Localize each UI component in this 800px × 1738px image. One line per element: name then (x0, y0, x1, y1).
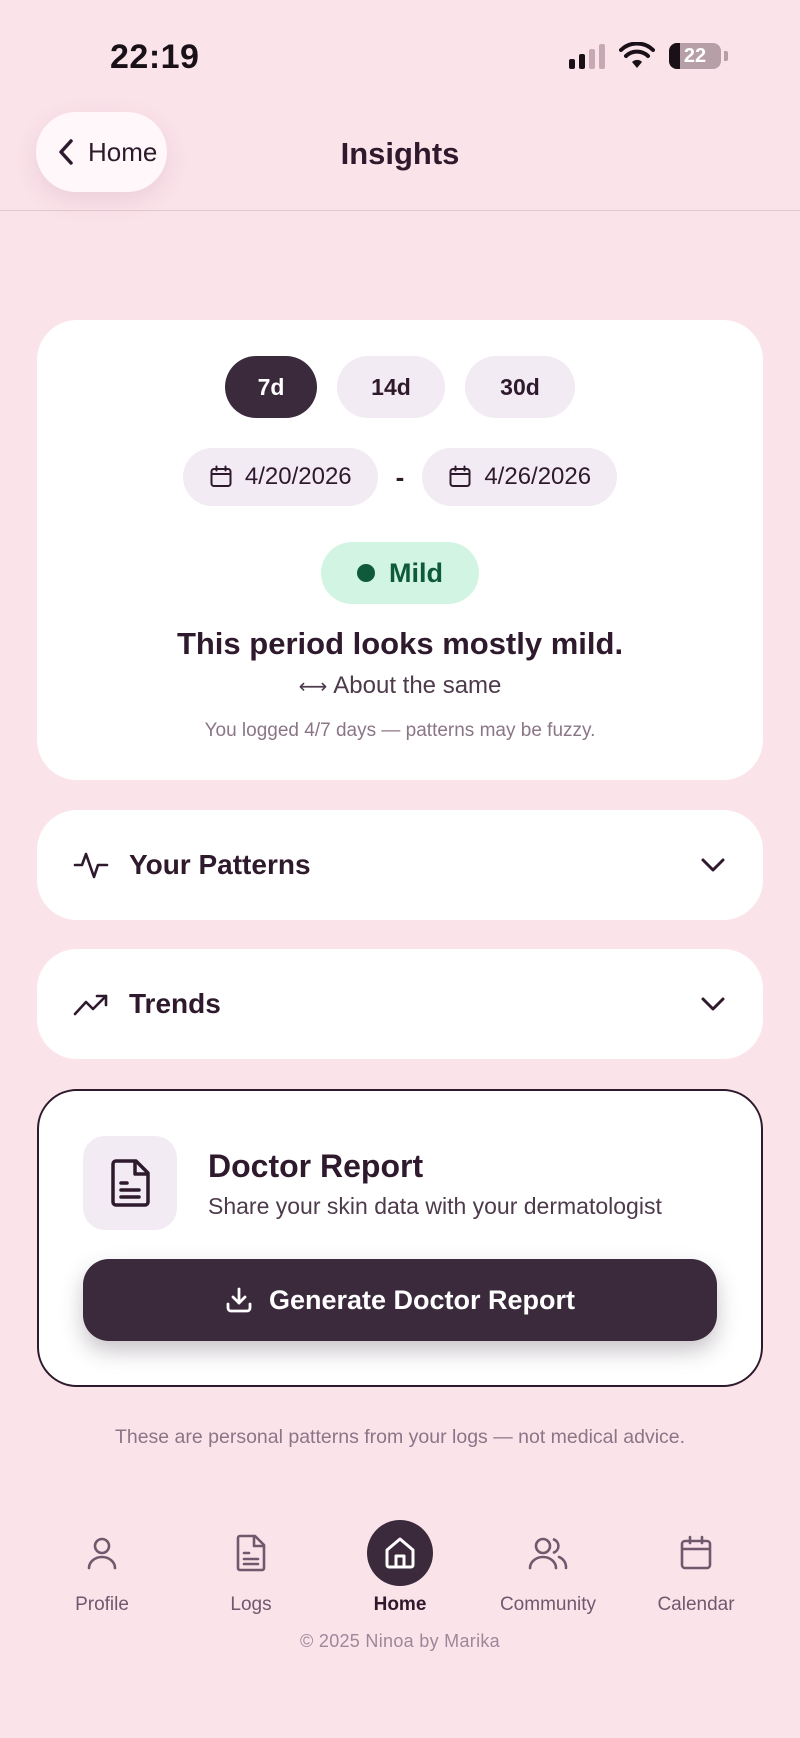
status-icons: 22 (569, 42, 728, 70)
calendar-icon (210, 465, 232, 487)
bottom-tab-bar: Profile Logs Home Community Calendar (0, 1520, 800, 1630)
summary-card: 7d 14d 30d 4/20/2026 - 4/26/2026 Mild Th… (37, 320, 763, 780)
doctor-report-card: Doctor Report Share your skin data with … (37, 1089, 763, 1387)
tab-label: Calendar (657, 1594, 735, 1615)
severity-label: Mild (389, 557, 443, 588)
tab-label: Home (373, 1594, 427, 1615)
generate-button-label: Generate Doctor Report (268, 1284, 576, 1315)
calendar-icon (449, 465, 471, 487)
left-right-arrow-icon: ⟷ (298, 675, 328, 698)
document-icon (111, 1159, 150, 1207)
home-icon (385, 1537, 415, 1569)
end-date-value: 4/26/2026 (484, 463, 592, 490)
tab-label: Community (499, 1594, 597, 1615)
chevron-down-icon (701, 858, 725, 872)
download-icon (226, 1287, 252, 1313)
tab-icon (85, 1520, 119, 1586)
status-bar: 22:19 22 (0, 0, 800, 100)
tab-icon (235, 1520, 267, 1586)
summary-headline: This period looks mostly mild. (176, 626, 624, 661)
report-icon-box (83, 1136, 177, 1230)
severity-dot-icon (357, 564, 375, 582)
tab-label: Logs (230, 1594, 272, 1615)
trend-text: About the same (333, 672, 502, 699)
tab-icon (528, 1520, 568, 1586)
start-date-value: 4/20/2026 (244, 463, 352, 490)
battery-level: 22 (683, 44, 707, 67)
trends-title: Trends (129, 988, 221, 1019)
your-patterns-title: Your Patterns (129, 849, 311, 880)
doctor-report-subtitle: Share your skin data with your dermatolo… (208, 1193, 662, 1219)
range-pill-30d[interactable]: 30d (465, 356, 575, 418)
tab-icon (679, 1520, 713, 1586)
trends-accordion[interactable]: Trends (37, 949, 763, 1059)
cellular-signal-icon (569, 43, 605, 69)
battery-cap (724, 51, 728, 61)
chevron-down-icon (701, 997, 725, 1011)
start-date-picker[interactable]: 4/20/2026 (182, 448, 378, 506)
your-patterns-accordion[interactable]: Your Patterns (37, 810, 763, 920)
tab-community[interactable]: Community (473, 1520, 623, 1616)
wifi-icon (619, 42, 655, 68)
footer-copyright: © 2025 Ninoa by Marika (300, 1631, 500, 1651)
logged-days-note: You logged 4/7 days — patterns may be fu… (204, 720, 596, 741)
medical-disclaimer: These are personal patterns from your lo… (114, 1426, 686, 1448)
calendar-icon (680, 1535, 712, 1570)
tab-profile[interactable]: Profile (27, 1520, 177, 1616)
activity-pulse-icon (73, 852, 109, 879)
home-active-indicator (367, 1520, 433, 1586)
generate-doctor-report-button[interactable]: Generate Doctor Report (83, 1259, 717, 1341)
range-pill-14d[interactable]: 14d (337, 356, 445, 418)
community-icon (528, 1537, 568, 1570)
status-time: 22:19 (110, 38, 200, 76)
insights-screen: 22:19 22 Home Insights 7d 14d 30d 4/20/2… (0, 0, 800, 1738)
end-date-picker[interactable]: 4/26/2026 (422, 448, 618, 506)
profile-icon (87, 1537, 117, 1570)
page-title: Insights (340, 136, 460, 171)
tab-label: Profile (75, 1594, 129, 1615)
tab-icon (367, 1520, 433, 1586)
severity-badge: Mild (321, 542, 479, 604)
trending-up-icon (73, 994, 108, 1016)
battery-icon: 22 (669, 43, 721, 69)
doctor-report-title: Doctor Report (208, 1148, 424, 1184)
range-pill-7d[interactable]: 7d (225, 356, 317, 418)
tab-calendar[interactable]: Calendar (621, 1520, 771, 1616)
date-separator: - (395, 461, 405, 492)
date-range: 4/20/2026 - 4/26/2026 (37, 448, 763, 506)
tab-home[interactable]: Home (325, 1520, 475, 1616)
nav-header: Home Insights (0, 100, 800, 211)
tab-logs[interactable]: Logs (176, 1520, 326, 1616)
trend-indicator: ⟷ About the same (37, 672, 763, 700)
logs-icon (236, 1534, 266, 1572)
range-selector: 7d 14d 30d (37, 356, 763, 418)
